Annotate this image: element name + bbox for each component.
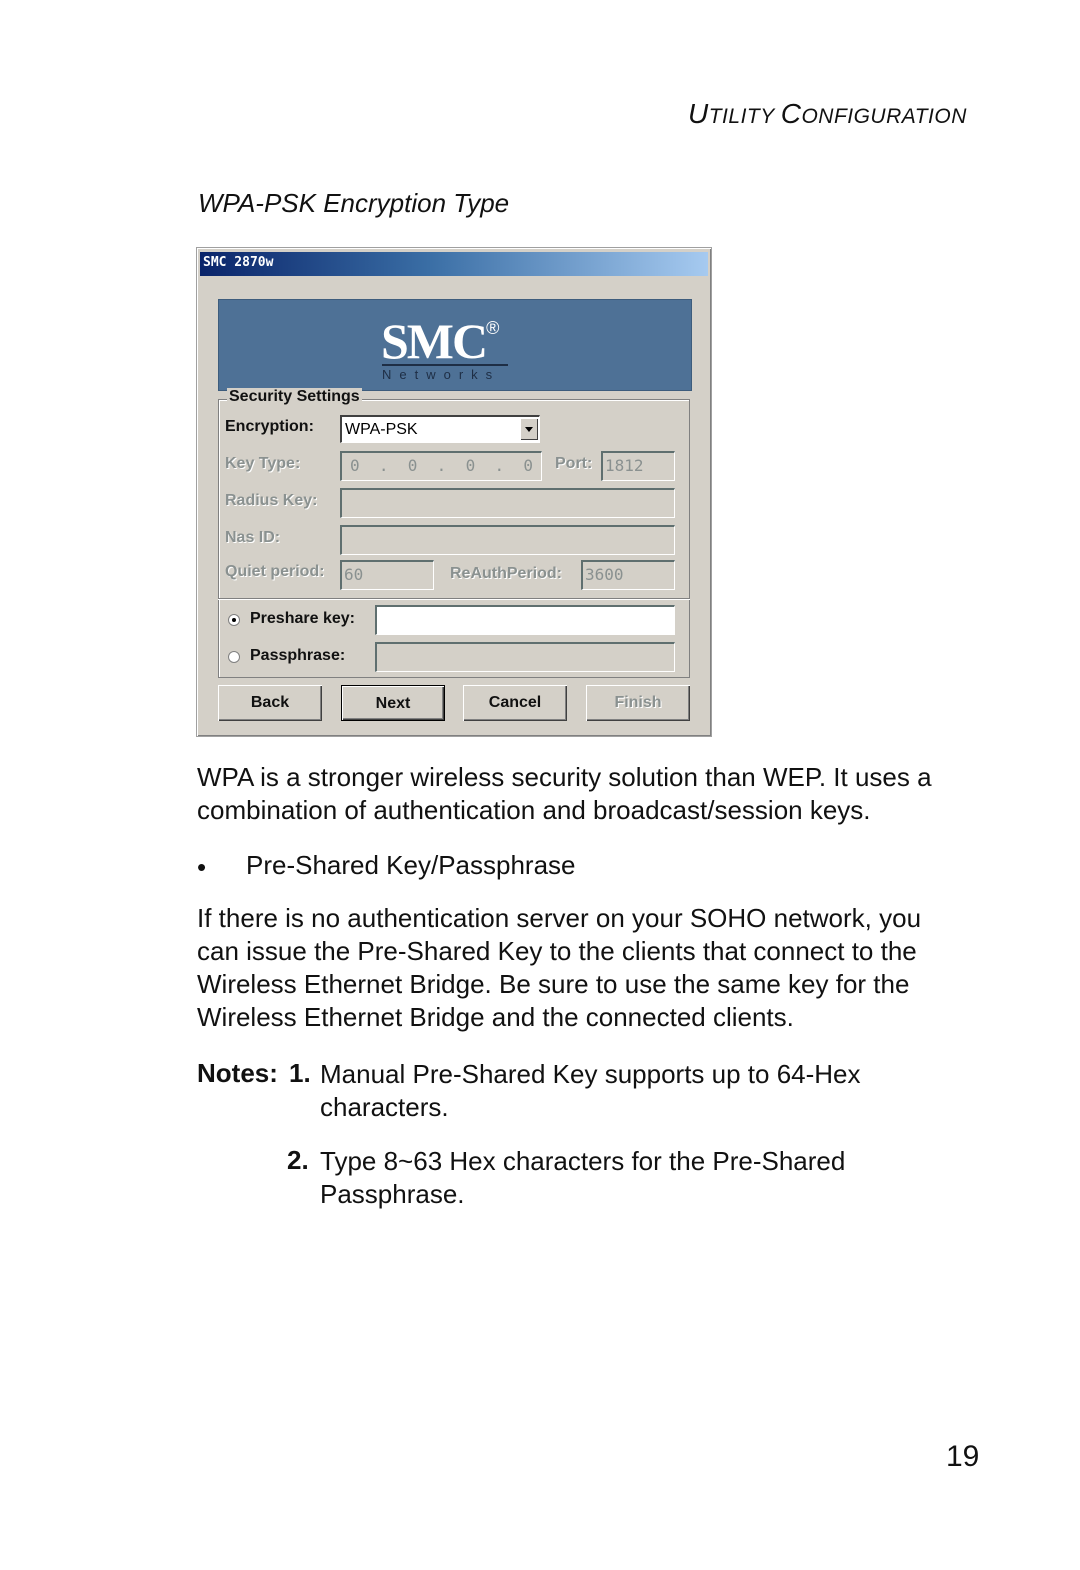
title-bar[interactable]: SMC 2870w	[200, 252, 708, 276]
reauth-period-field: 3600	[581, 560, 675, 590]
back-button[interactable]: Back	[218, 685, 322, 721]
passphrase-label: Passphrase:	[250, 647, 346, 664]
cancel-button[interactable]: Cancel	[463, 685, 567, 721]
header-rest-1: TILITY	[708, 105, 781, 128]
radius-key-label: Radius Key:	[225, 492, 318, 509]
note-2-number: 2.	[287, 1145, 309, 1175]
next-button[interactable]: Next	[341, 685, 445, 721]
finish-button: Finish	[586, 685, 690, 721]
paragraph-wpa-intro: WPA is a stronger wireless security solu…	[197, 762, 932, 825]
separator	[218, 598, 690, 600]
figure-caption: WPA-PSK Encryption Type	[198, 188, 510, 218]
logo-underline	[382, 364, 508, 366]
note-1-number: 1.	[289, 1058, 311, 1088]
bullet-item: Pre-Shared Key/Passphrase	[246, 850, 576, 880]
nas-id-field	[340, 525, 675, 555]
logo-networks: Networks	[382, 367, 501, 382]
encryption-label: Encryption:	[225, 418, 314, 435]
header-rest-2: ONFIGURATION	[801, 105, 967, 128]
preshare-key-radio[interactable]	[228, 614, 240, 626]
section-header: UTILITY CONFIGURATION	[688, 98, 967, 130]
smc-banner: SMC® Networks	[218, 299, 692, 391]
dropdown-arrow-icon[interactable]	[520, 418, 538, 440]
port-label: Port:	[555, 455, 593, 472]
port-field: 1812	[601, 451, 675, 481]
registered-mark: ®	[486, 318, 500, 339]
bullet-icon: •	[197, 852, 207, 882]
page-number: 19	[946, 1440, 980, 1473]
paragraph-psk: If there is no authentication server on …	[197, 903, 922, 1032]
key-type-field: 0 . 0 . 0 . 0	[340, 451, 542, 481]
key-type-label: Key Type:	[225, 455, 301, 472]
header-initial-u: U	[688, 98, 709, 129]
quiet-period-label: Quiet period:	[225, 563, 325, 580]
passphrase-radio[interactable]	[228, 651, 240, 663]
note-2-text: Type 8~63 Hex characters for the Pre-Sha…	[320, 1146, 846, 1209]
quiet-period-field: 60	[340, 560, 434, 590]
preshare-key-input[interactable]	[375, 605, 675, 635]
passphrase-input	[375, 642, 675, 672]
notes-label: Notes:	[197, 1058, 278, 1088]
encryption-select[interactable]: WPA-PSK	[340, 415, 540, 443]
nas-id-label: Nas ID:	[225, 529, 281, 546]
logo-text: SMC	[381, 313, 488, 369]
note-1-text: Manual Pre-Shared Key supports up to 64-…	[320, 1059, 861, 1122]
smc-logo: SMC®	[381, 312, 499, 370]
preshare-key-label: Preshare key:	[250, 610, 355, 627]
group-title: Security Settings	[227, 388, 362, 406]
dialog-window: SMC 2870w SMC® Networks Security Setting…	[196, 247, 712, 737]
encryption-value: WPA-PSK	[345, 421, 418, 438]
reauth-period-label: ReAuthPeriod:	[450, 565, 562, 582]
header-initial-c: C	[780, 98, 802, 129]
radius-key-field	[340, 488, 675, 518]
window-title: SMC 2870w	[203, 255, 274, 270]
